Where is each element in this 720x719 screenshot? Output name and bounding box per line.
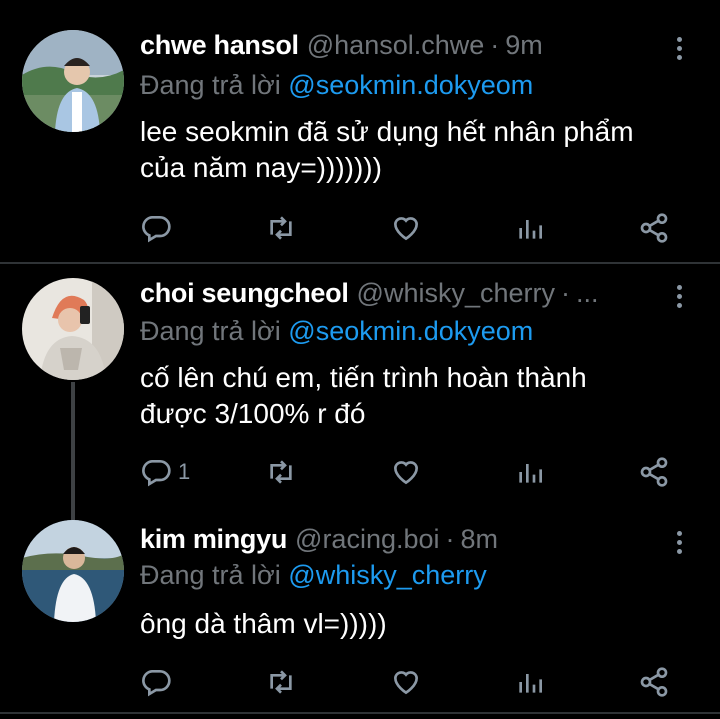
tweet-text-line: được 3/100% r đó [140, 398, 366, 429]
display-name[interactable]: choi seungcheol [140, 278, 349, 308]
reply-icon [142, 460, 171, 487]
share-button[interactable] [638, 210, 670, 246]
reply-prefix: Đang trả lời [140, 560, 281, 590]
share-icon [640, 213, 668, 243]
handle[interactable]: @whisky_cherry [357, 278, 555, 308]
divider [0, 712, 720, 714]
tweet-header: chwe hansol @hansol.chwe · 9m [140, 30, 660, 66]
replying-to: Đang trả lời @whisky_cherry [140, 560, 487, 591]
reply-to-link[interactable]: @seokmin.dokyeom [288, 70, 533, 100]
views-icon [519, 464, 542, 483]
replying-to: Đang trả lời @seokmin.dokyeom [140, 70, 533, 101]
action-bar [140, 210, 680, 246]
reply-to-link[interactable]: @whisky_cherry [288, 560, 486, 590]
handle[interactable]: @racing.boi [295, 524, 439, 554]
tweet-text: ông dà thâm vl=))))) [140, 606, 680, 642]
share-button[interactable] [638, 454, 670, 490]
retweet-button[interactable] [265, 454, 297, 490]
tweet-2[interactable]: choi seungcheol @whisky_cherry ·... Đang t… [0, 264, 720, 504]
like-icon [393, 217, 419, 241]
views-button[interactable] [514, 664, 546, 700]
tweet-text-line: cố lên chú em, tiến trình hoàn thành [140, 362, 587, 393]
timestamp[interactable]: ... [576, 278, 599, 308]
retweet-icon [270, 670, 292, 694]
more-icon[interactable] [674, 34, 684, 64]
reply-prefix: Đang trả lời [140, 316, 281, 346]
share-button[interactable] [638, 664, 670, 700]
more-icon[interactable] [674, 528, 684, 558]
tweet-3[interactable]: kim mingyu @racing.boi · 8m Đang trả lời @w… [0, 506, 720, 706]
timestamp[interactable]: 8m [461, 524, 499, 554]
retweet-icon [270, 460, 292, 484]
avatar[interactable] [22, 30, 124, 132]
views-button[interactable] [514, 210, 546, 246]
reply-icon [142, 216, 171, 243]
reply-button[interactable] [140, 210, 178, 246]
tweet-text-line: của năm nay=))))))) [140, 152, 382, 183]
separator: · [445, 524, 455, 554]
replying-to: Đang trả lời @seokmin.dokyeom [140, 316, 533, 347]
reply-button[interactable]: 1 [140, 454, 190, 490]
tweet-header: kim mingyu @racing.boi · 8m [140, 524, 660, 560]
views-icon [519, 674, 542, 693]
reply-icon [142, 670, 171, 697]
reply-button[interactable] [140, 664, 178, 700]
share-icon [640, 667, 668, 697]
like-icon [393, 671, 419, 695]
retweet-button[interactable] [265, 210, 297, 246]
tweet-1[interactable]: chwe hansol @hansol.chwe · 9m Đang trả lời … [0, 0, 720, 262]
tweet-header: choi seungcheol @whisky_cherry ·... [140, 278, 660, 314]
action-bar: 1 [140, 454, 680, 490]
tweet-text-line: lee seokmin đã sử dụng hết nhân phẩm [140, 116, 634, 147]
reply-prefix: Đang trả lời [140, 70, 281, 100]
more-icon[interactable] [674, 282, 684, 312]
separator: · [490, 30, 500, 60]
like-button[interactable] [390, 454, 422, 490]
action-bar [140, 664, 680, 700]
timestamp[interactable]: 9m [505, 30, 543, 60]
avatar[interactable] [22, 520, 124, 622]
display-name[interactable]: chwe hansol [140, 30, 299, 60]
avatar[interactable] [22, 278, 124, 380]
retweet-icon [270, 216, 292, 240]
separator: · [561, 278, 570, 308]
like-icon [393, 461, 419, 485]
tweet-text-line: ông dà thâm vl=))))) [140, 608, 387, 639]
retweet-button[interactable] [265, 664, 297, 700]
reply-count: 1 [178, 459, 191, 484]
share-icon [640, 457, 668, 487]
like-button[interactable] [390, 664, 422, 700]
views-icon [519, 220, 542, 239]
handle[interactable]: @hansol.chwe [307, 30, 485, 60]
reply-to-link[interactable]: @seokmin.dokyeom [288, 316, 533, 346]
like-button[interactable] [390, 210, 422, 246]
display-name[interactable]: kim mingyu [140, 524, 287, 554]
tweet-text: cố lên chú em, tiến trình hoàn thành đượ… [140, 360, 680, 432]
views-button[interactable] [514, 454, 546, 490]
tweet-text: lee seokmin đã sử dụng hết nhân phẩm của… [140, 114, 680, 186]
